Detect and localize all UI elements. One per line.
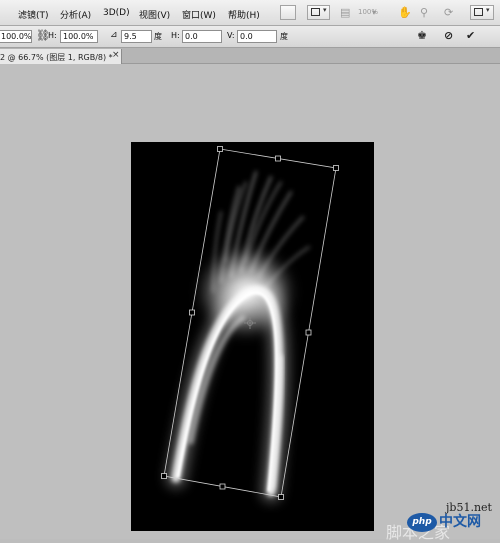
transform-handle-bottom-left[interactable] (161, 473, 167, 479)
h-skew-field[interactable]: 0.0 (182, 30, 222, 43)
width-scale-field[interactable]: 100.0% (0, 30, 32, 43)
warp-icon[interactable]: ♚ (417, 29, 427, 42)
rotation-angle-field[interactable]: 9.5 (121, 30, 152, 43)
arrange-documents-icon[interactable]: ▾ (307, 5, 330, 20)
watermark-php-badge: php (407, 513, 437, 532)
light-streak-artwork (161, 146, 339, 502)
transform-handle-top[interactable] (275, 155, 281, 162)
commit-transform-icon[interactable]: ✔ (466, 29, 475, 42)
document-tab-title: 2 @ 66.7% (图层 1, RGB/8) * (0, 53, 113, 62)
close-icon[interactable]: × (112, 50, 120, 60)
skew-unit-label: 度 (280, 32, 288, 41)
zoom-icon[interactable]: ⚲ (420, 6, 428, 19)
document-tab[interactable]: 2 @ 66.7% (图层 1, RGB/8) * × (0, 49, 122, 64)
workspace-layout-icon[interactable]: ▾ (470, 5, 494, 20)
height-label: H: (48, 31, 57, 40)
watermark-brand-text: 中文网 (439, 514, 481, 530)
menu-help[interactable]: 帮助(H) (228, 8, 260, 21)
angle-unit-label: 度 (154, 32, 162, 41)
angle-icon: ⊿ (110, 30, 118, 40)
transform-handle-bottom[interactable] (219, 483, 226, 490)
menu-analysis[interactable]: 分析(A) (60, 8, 91, 21)
transform-handle-left[interactable] (189, 309, 195, 316)
menu-3d[interactable]: 3D(D) (103, 8, 130, 18)
transform-handle-bottom-right[interactable] (278, 494, 284, 500)
menu-bar: 滤镜(T) 分析(A) 3D(D) 视图(V) 窗口(W) 帮助(H) ▾ ▤ … (0, 0, 500, 26)
transform-options-bar: 100.0% ⛓ H: 100.0% ⊿ 9.5 度 H: 0.0 V: 0.0… (0, 26, 500, 48)
mini-bridge-icon[interactable] (280, 5, 296, 20)
transform-handle-right[interactable] (305, 329, 312, 336)
document-canvas[interactable] (131, 142, 374, 531)
h-skew-label: H: (171, 31, 180, 40)
menu-filter[interactable]: 滤镜(T) (18, 8, 49, 21)
height-scale-field[interactable]: 100.0% (60, 30, 98, 43)
menu-view[interactable]: 视图(V) (139, 8, 170, 21)
transform-handle-top-right[interactable] (333, 165, 339, 171)
document-tab-strip: 2 @ 66.7% (图层 1, RGB/8) * × (0, 48, 500, 64)
hand-icon[interactable]: ✋ (398, 6, 412, 19)
chevron-down-icon[interactable]: ▾ (372, 8, 376, 17)
rotate-view-icon[interactable]: ⟳ (444, 6, 453, 19)
v-skew-field[interactable]: 0.0 (237, 30, 277, 43)
screen-mode-icon[interactable]: ▤ (340, 6, 350, 19)
v-skew-label: V: (227, 31, 235, 40)
cancel-transform-icon[interactable]: ⊘ (444, 29, 453, 42)
menu-window[interactable]: 窗口(W) (182, 8, 216, 21)
transform-handle-top-left[interactable] (217, 146, 223, 152)
